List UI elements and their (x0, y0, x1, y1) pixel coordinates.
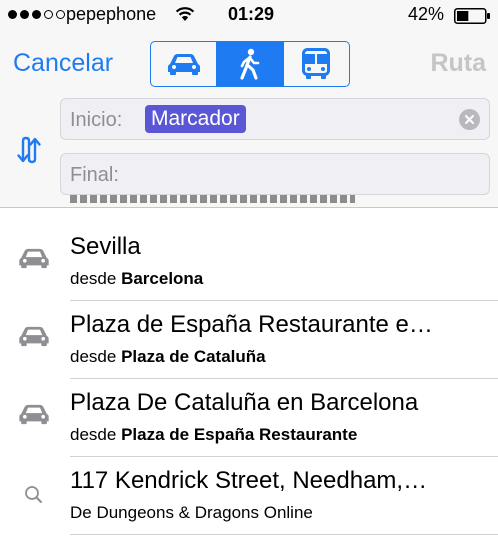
result-title: Sevilla (70, 233, 141, 260)
end-label: Final: (70, 164, 119, 186)
battery-icon (454, 8, 490, 24)
divider (70, 534, 498, 535)
status-bar: pepephone 01:29 42% (0, 0, 498, 30)
end-field[interactable]: Final: (60, 153, 490, 195)
car-icon (19, 248, 49, 269)
bus-icon (302, 48, 331, 79)
transport-mode-selector (150, 41, 350, 87)
result-subtitle: desde Barcelona (70, 269, 204, 288)
result-title: Plaza de España Restaurante e… (70, 311, 433, 338)
divider (0, 207, 498, 208)
transit-mode-button[interactable] (282, 42, 349, 86)
cancel-button[interactable]: Cancelar (13, 49, 113, 78)
result-subtitle: desde Plaza de España Restaurante (70, 425, 358, 444)
list-item[interactable]: 117 Kendrick Street, Needham,… De Dungeo… (0, 457, 498, 535)
start-field[interactable]: Inicio: Marcador (60, 98, 490, 140)
list-item[interactable]: Plaza de España Restaurante e… desde Pla… (0, 301, 498, 379)
result-title: Plaza De Cataluña en Barcelona (70, 389, 419, 416)
search-icon (25, 486, 42, 503)
car-icon (19, 404, 49, 425)
list-item[interactable]: Sevilla desde Barcelona (0, 223, 498, 301)
clipped-row-text (70, 195, 360, 207)
start-label: Inicio: (70, 109, 123, 131)
walk-mode-button[interactable] (216, 42, 283, 86)
list-item[interactable]: Plaza De Cataluña en Barcelona desde Pla… (0, 379, 498, 457)
car-icon (167, 54, 200, 75)
drive-mode-button[interactable] (151, 42, 216, 86)
car-icon (19, 326, 49, 347)
route-button[interactable]: Ruta (430, 49, 486, 78)
result-subtitle: desde Plaza de Cataluña (70, 347, 266, 366)
clear-button[interactable] (459, 109, 480, 130)
carrier-name: pepephone (66, 4, 157, 24)
clock: 01:29 (228, 4, 275, 24)
close-icon (465, 115, 474, 124)
signal-strength-icon (8, 10, 65, 19)
battery-percent: 42% (408, 4, 445, 24)
wifi-icon (175, 7, 195, 21)
start-token[interactable]: Marcador (145, 105, 246, 133)
result-subtitle: De Dungeons & Dragons Online (70, 503, 313, 522)
swap-icon[interactable] (14, 135, 44, 165)
walk-icon (240, 48, 260, 80)
result-title: 117 Kendrick Street, Needham,… (70, 467, 428, 494)
